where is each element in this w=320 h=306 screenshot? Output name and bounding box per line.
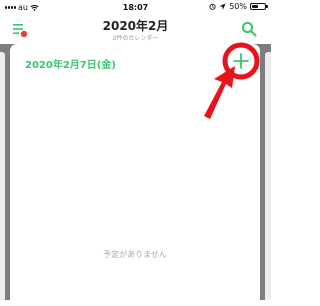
plus-icon	[233, 53, 249, 69]
search-icon[interactable]	[241, 21, 257, 37]
location-arrow-icon	[219, 3, 226, 10]
calendar-count-subtitle: 2件のカレンダー	[112, 35, 159, 42]
day-card: 2020年2月7日(金) 予定がありません	[10, 44, 260, 306]
page-title: 2020年2月	[102, 19, 169, 33]
add-event-button[interactable]	[232, 52, 250, 70]
battery-icon	[250, 3, 268, 10]
empty-state-text: 予定がありません	[103, 250, 167, 259]
status-right: 50%	[209, 2, 268, 11]
alarm-icon	[209, 3, 216, 10]
next-day-card-edge[interactable]	[265, 52, 271, 300]
app-header: 2020年2月 2件のカレンダー	[0, 14, 271, 44]
battery-level	[252, 5, 258, 8]
previous-day-card-edge[interactable]	[0, 52, 5, 300]
day-date-label: 2020年2月7日(金)	[25, 60, 116, 71]
battery-percent: 50%	[229, 2, 247, 11]
status-bar: au 18:07 50%	[0, 0, 271, 14]
